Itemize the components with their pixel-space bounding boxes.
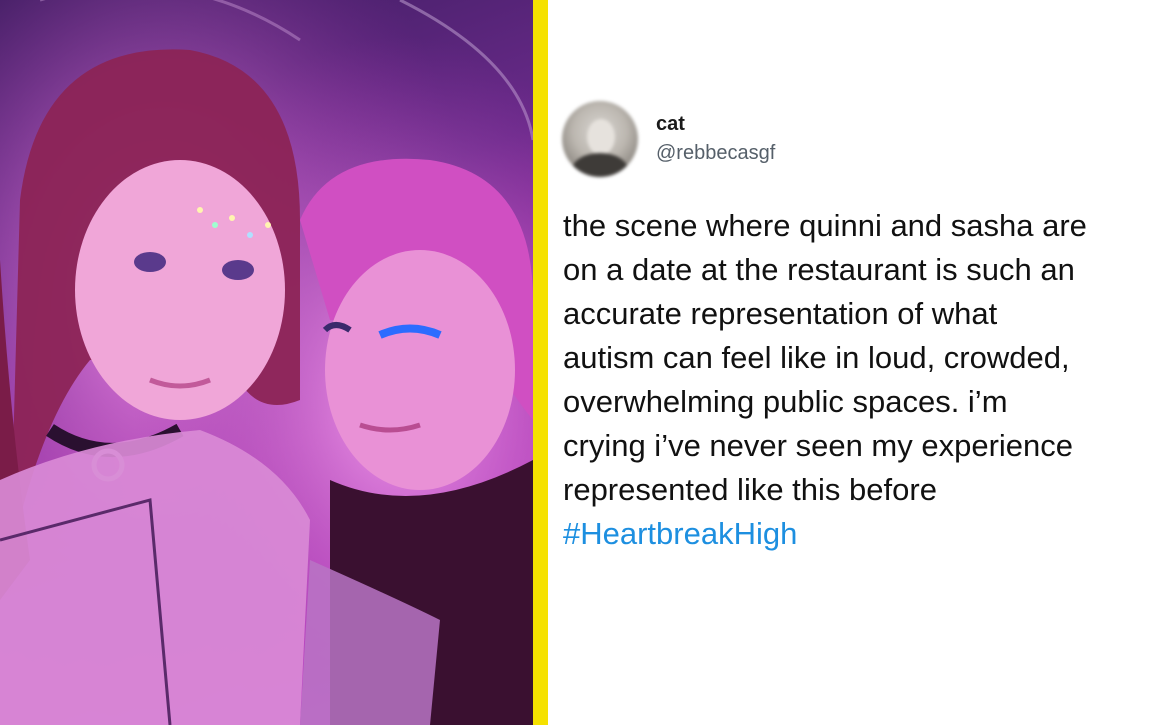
tweet-line: autism can feel like in loud, crowded, (563, 340, 1070, 375)
portrait-photo (0, 0, 533, 725)
photo-panel (0, 0, 533, 725)
yellow-divider (533, 0, 548, 725)
hashtag-link[interactable]: #HeartbreakHigh (563, 512, 1163, 556)
tweet-card: cat @rebbecasgf the scene where quinni a… (548, 0, 1170, 725)
tweet-line: represented like this before (563, 472, 937, 507)
tweet-line: the scene where quinni and sasha are (563, 208, 1087, 243)
tweet-text: the scene where quinni and sasha are on … (563, 204, 1163, 556)
user-handle[interactable]: @rebbecasgf (656, 142, 775, 165)
tweet-line: accurate representation of what (563, 296, 998, 331)
tweet-line: overwhelming public spaces. i’m (563, 384, 1008, 419)
avatar-shoulders (572, 153, 628, 177)
display-name[interactable]: cat (656, 113, 685, 136)
avatar-face (587, 119, 615, 155)
tweet-line: crying i’ve never seen my experience (563, 428, 1074, 463)
avatar[interactable] (562, 101, 638, 177)
tweet-line: on a date at the restaurant is such an (563, 252, 1075, 287)
